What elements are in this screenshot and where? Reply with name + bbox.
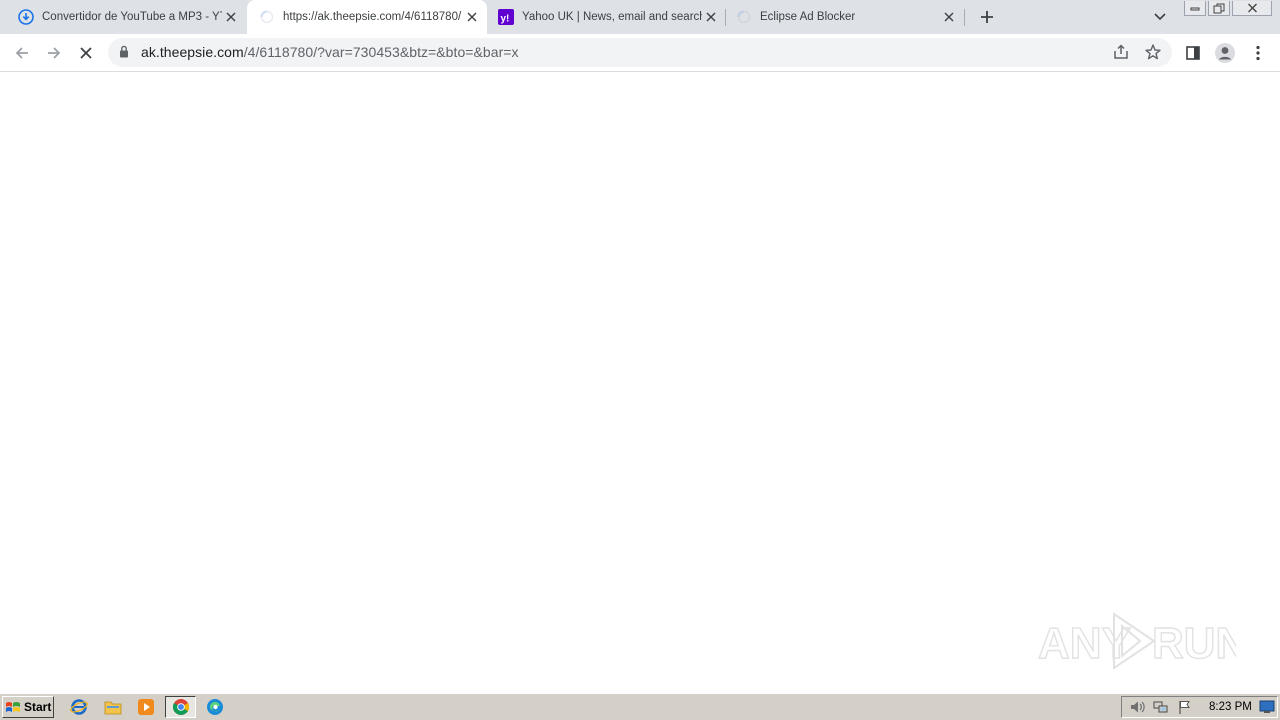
tab-separator <box>964 9 965 26</box>
close-tab-icon[interactable] <box>222 8 240 26</box>
close-tab-icon[interactable] <box>702 8 720 26</box>
share-icon[interactable] <box>1112 43 1130 66</box>
chrome-icon <box>172 699 189 715</box>
tab-title: https://ak.theepsie.com/4/6118780/ <box>283 11 462 23</box>
tab-search-button[interactable] <box>1150 7 1170 27</box>
minimize-icon <box>1190 7 1200 11</box>
start-label: Start <box>24 700 52 714</box>
address-bar[interactable]: ak.theepsie.com/4/6118780/?var=730453&bt… <box>108 38 1172 67</box>
loading-spinner-icon <box>736 9 752 25</box>
arrow-right-icon <box>48 47 61 59</box>
volume-icon[interactable] <box>1129 699 1145 720</box>
loading-spinner-icon <box>259 9 275 25</box>
browser-toolbar: ak.theepsie.com/4/6118780/?var=730453&bt… <box>0 34 1280 72</box>
close-window-button[interactable] <box>1232 1 1272 16</box>
stop-loading-button[interactable] <box>74 41 98 65</box>
show-desktop-button[interactable] <box>1259 700 1275 719</box>
side-panel-button[interactable] <box>1181 41 1205 65</box>
action-center-flag-icon[interactable] <box>1177 699 1193 720</box>
watermark-text-right: RUN <box>1152 619 1236 668</box>
profile-button[interactable] <box>1213 41 1237 65</box>
back-button[interactable] <box>10 41 34 65</box>
chrome-taskbar-button[interactable] <box>165 696 196 718</box>
desktop-icon <box>1259 700 1275 713</box>
menu-button[interactable] <box>1246 41 1270 65</box>
tab-theepsie[interactable]: https://ak.theepsie.com/4/6118780/ <box>247 0 487 34</box>
file-explorer-icon[interactable] <box>104 698 122 716</box>
network-icon[interactable] <box>1153 699 1169 720</box>
close-tab-icon[interactable] <box>463 8 481 26</box>
bookmark-star-icon[interactable] <box>1144 43 1162 66</box>
taskbar: Start 8:23 PM <box>0 693 1280 720</box>
lock-icon[interactable] <box>119 45 129 63</box>
minimize-button[interactable] <box>1184 1 1206 16</box>
arrow-left-icon <box>15 47 28 59</box>
svg-text:y!: y! <box>501 14 510 25</box>
url-path: /4/6118780/?var=730453&btz=&bto=&bar=x <box>243 44 519 60</box>
windows-flag-icon <box>5 700 21 715</box>
tab-eclipse[interactable]: Eclipse Ad Blocker <box>726 0 964 34</box>
yahoo-icon: y! <box>498 9 514 25</box>
tab-ytmp3[interactable]: Convertidor de YouTube a MP3 - YTM <box>0 0 246 34</box>
edge-icon[interactable] <box>206 698 224 716</box>
start-button[interactable]: Start <box>2 696 54 718</box>
restore-icon <box>1213 3 1225 13</box>
tab-strip: Convertidor de YouTube a MP3 - YTM https… <box>0 0 1280 34</box>
forward-button[interactable] <box>42 41 66 65</box>
new-tab-button[interactable] <box>976 6 998 28</box>
page-content <box>0 72 1280 692</box>
watermark-text-left: ANY <box>1038 619 1131 668</box>
restore-button[interactable] <box>1208 1 1230 16</box>
clock[interactable]: 8:23 PM <box>1209 701 1252 713</box>
internet-explorer-icon[interactable] <box>70 698 88 716</box>
close-tab-icon[interactable] <box>940 8 958 26</box>
chevron-down-icon <box>1154 13 1166 21</box>
plus-icon <box>981 11 993 23</box>
close-icon <box>1247 3 1257 13</box>
system-tray: 8:23 PM <box>1121 696 1278 718</box>
tab-title: Convertidor de YouTube a MP3 - YTM <box>42 11 222 23</box>
tab-title: Yahoo UK | News, email and search <box>522 11 702 23</box>
tab-yahoo[interactable]: y! Yahoo UK | News, email and search <box>488 0 726 34</box>
tab-title: Eclipse Ad Blocker <box>760 11 856 23</box>
profile-avatar-icon <box>1215 43 1235 63</box>
anyrun-watermark: ANY RUN <box>1036 606 1236 676</box>
side-panel-icon <box>1186 46 1200 60</box>
url-host: ak.theepsie.com <box>141 44 244 60</box>
url-text[interactable]: ak.theepsie.com/4/6118780/?var=730453&bt… <box>141 44 519 60</box>
media-player-icon[interactable] <box>137 698 155 716</box>
download-cloud-icon <box>18 9 34 25</box>
kebab-menu-icon <box>1256 45 1260 61</box>
stop-x-icon <box>80 47 92 59</box>
